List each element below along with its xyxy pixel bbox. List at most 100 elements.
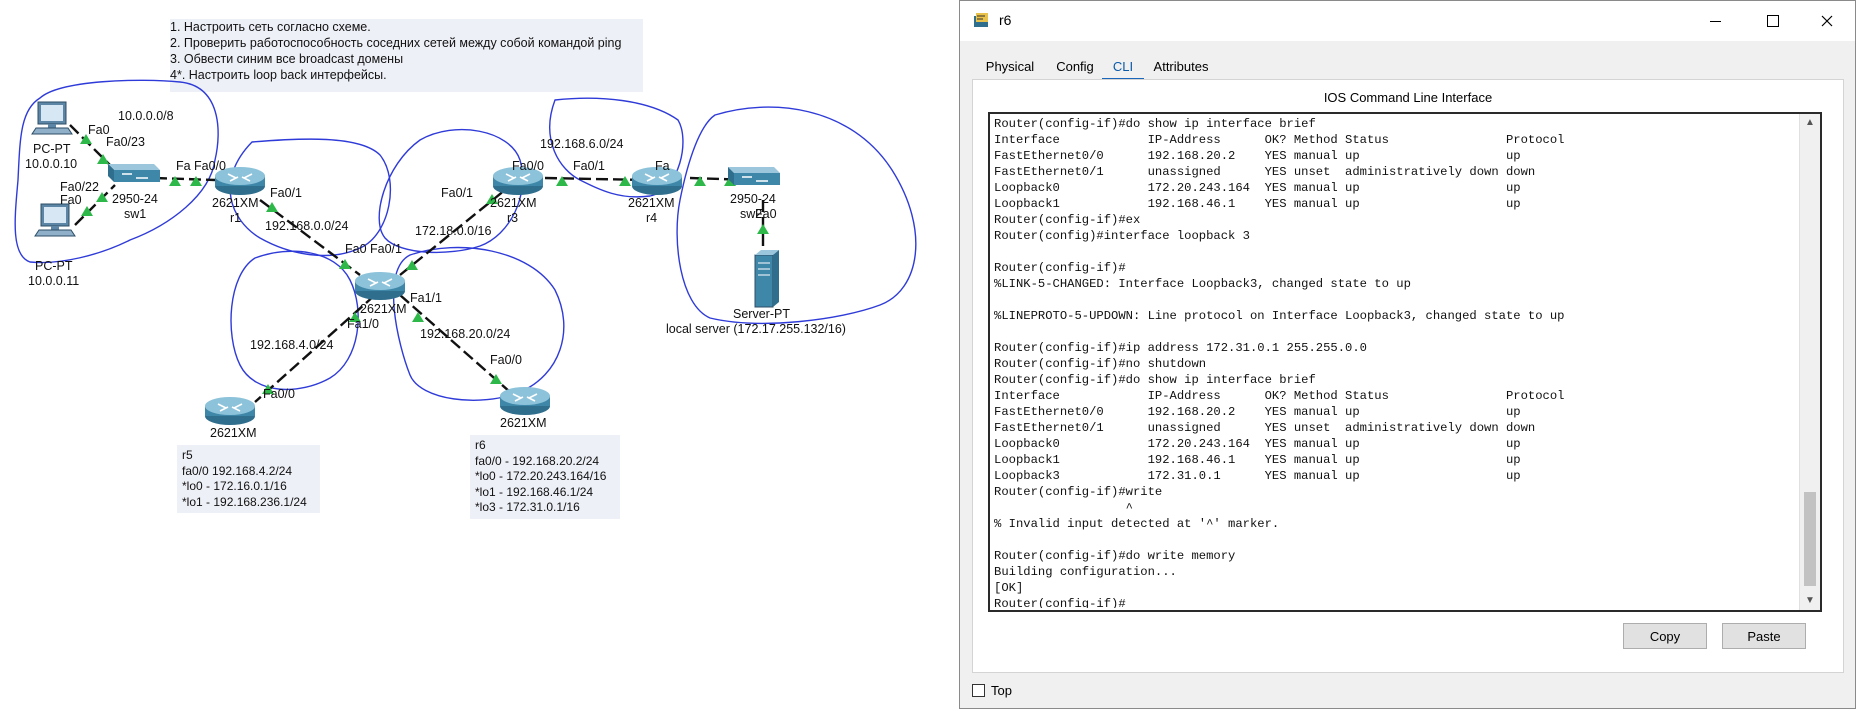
console-line: Router(config-if)#no shutdown bbox=[994, 357, 1207, 371]
close-button[interactable] bbox=[1798, 1, 1856, 41]
topology-labels: PC-PT 10.0.0.10 PC-PT 10.0.0.11 2950-24 … bbox=[25, 109, 846, 440]
port-label: Fa0/1 bbox=[270, 186, 302, 200]
port-label: Fa0/0 bbox=[512, 159, 544, 173]
console-line: %LINK-5-CHANGED: Interface Loopback3, ch… bbox=[994, 277, 1411, 291]
r4-name: r4 bbox=[646, 211, 657, 225]
console-line: FastEthernet0/1 unassigned YES unset adm… bbox=[994, 421, 1536, 435]
broadcast-domain-r2-r6 bbox=[392, 246, 565, 401]
port-label: Fa1/1 bbox=[410, 291, 442, 305]
port-label: Fa0/0 bbox=[263, 387, 295, 401]
port-label: Fa0/23 bbox=[106, 135, 145, 149]
cli-panel: IOS Command Line Interface Router(config… bbox=[972, 79, 1844, 673]
tab-cli[interactable]: CLI bbox=[1102, 53, 1144, 81]
r6-model: 2621XM bbox=[500, 416, 547, 430]
router-r5[interactable] bbox=[204, 396, 256, 426]
note-line: *lo1 - 192.168.46.1/24 bbox=[475, 484, 594, 499]
paste-button[interactable]: Paste bbox=[1722, 623, 1806, 649]
note-line: fa0/0 192.168.4.2/24 bbox=[182, 463, 293, 478]
console-line: Loopback0 172.20.243.164 YES manual up u… bbox=[994, 181, 1521, 195]
note-line: r6 bbox=[475, 438, 486, 452]
maximize-icon bbox=[1767, 15, 1779, 27]
router-r2[interactable] bbox=[354, 271, 406, 301]
console-line: FastEthernet0/0 192.168.20.2 YES manual … bbox=[994, 149, 1521, 163]
r6-note: r6 fa0/0 - 192.168.20.2/24 *lo0 - 172.20… bbox=[470, 435, 620, 519]
console-output[interactable]: Router(config-if)#do show ip interface b… bbox=[994, 116, 1794, 608]
net-label: 172.18.0.0/16 bbox=[415, 224, 492, 238]
paste-label: Paste bbox=[1747, 628, 1781, 644]
device-window: r6 Physical Config CLI Attributes IOS Co… bbox=[959, 0, 1856, 709]
pc2-ip: 10.0.0.11 bbox=[28, 274, 79, 288]
title-bar[interactable]: r6 bbox=[960, 1, 1855, 41]
port-label: Fa0/1 bbox=[573, 159, 605, 173]
scroll-up-icon[interactable]: ▲ bbox=[1800, 114, 1820, 132]
broadcast-domain-r2-r5 bbox=[230, 250, 359, 391]
net-label: 192.168.6.0/24 bbox=[540, 137, 623, 151]
console-line: FastEthernet0/1 unassigned YES unset adm… bbox=[994, 165, 1536, 179]
net-label: 192.168.4.0/24 bbox=[250, 338, 333, 352]
minimize-button[interactable] bbox=[1686, 1, 1744, 41]
port-label: Fa bbox=[655, 159, 670, 173]
console-scrollbar[interactable]: ▲ ▼ bbox=[1799, 114, 1820, 610]
sw2[interactable] bbox=[727, 166, 781, 186]
tab-config[interactable]: Config bbox=[1050, 53, 1100, 79]
console-line: Loopback0 172.20.243.164 YES manual up u… bbox=[994, 437, 1521, 451]
console-line: Router(config)#interface loopback 3 bbox=[994, 229, 1250, 243]
pc2[interactable] bbox=[34, 203, 76, 237]
server[interactable] bbox=[754, 250, 779, 308]
port-label: Fa0 bbox=[345, 242, 367, 256]
r2-model: 2621XM bbox=[360, 302, 407, 316]
tab-attributes[interactable]: Attributes bbox=[1146, 53, 1216, 79]
sw1-model: 2950-24 bbox=[112, 192, 158, 206]
note-line: *lo0 - 172.20.243.164/16 bbox=[475, 469, 607, 483]
r1-model: 2621XM bbox=[212, 196, 259, 210]
sw2-model: 2950-24 bbox=[730, 192, 776, 206]
console-line: %LINEPROTO-5-UPDOWN: Line protocol on In… bbox=[994, 309, 1565, 323]
cli-panel-title: IOS Command Line Interface bbox=[1323, 90, 1493, 105]
net-label: 10.0.0.0/8 bbox=[118, 109, 174, 123]
port-label: Fa0 bbox=[60, 193, 82, 207]
net-label: 192.168.0.0/24 bbox=[265, 219, 348, 233]
packet-tracer-icon bbox=[974, 13, 988, 27]
console-line: Loopback3 172.31.0.1 YES manual up up bbox=[994, 469, 1521, 483]
console-line: Router(config-if)#do write memory bbox=[994, 549, 1236, 563]
tab-label: Physical bbox=[985, 58, 1035, 74]
port-label: Fa0/0 bbox=[490, 353, 522, 367]
r3-name: r3 bbox=[507, 211, 518, 225]
top-checkbox[interactable] bbox=[972, 683, 985, 697]
r4-model: 2621XM bbox=[628, 196, 675, 210]
top-checkbox-row[interactable]: Top bbox=[972, 681, 1012, 699]
router-r6[interactable] bbox=[499, 386, 551, 416]
sw1-name: sw1 bbox=[124, 207, 146, 221]
copy-button[interactable]: Copy bbox=[1623, 623, 1707, 649]
tab-physical[interactable]: Physical bbox=[972, 53, 1048, 79]
pc2-type: PC-PT bbox=[35, 259, 73, 273]
pc1-type: PC-PT bbox=[33, 142, 71, 156]
network-topology-canvas[interactable]: PC-PT 10.0.0.10 PC-PT 10.0.0.11 2950-24 … bbox=[0, 0, 960, 711]
console-line: Router(config-if)# bbox=[994, 261, 1126, 275]
r1-name: r1 bbox=[230, 211, 241, 225]
tab-label: CLI bbox=[1112, 58, 1134, 74]
note-line: fa0/0 - 192.168.20.2/24 bbox=[475, 453, 600, 468]
console-line: Loopback1 192.168.46.1 YES manual up up bbox=[994, 453, 1521, 467]
broadcast-domain-server bbox=[676, 106, 917, 324]
console-line: Router(config-if)# bbox=[994, 597, 1126, 608]
scrollbar-thumb[interactable] bbox=[1804, 492, 1816, 586]
console-line: ^ bbox=[994, 501, 1133, 515]
cli-console[interactable]: Router(config-if)#do show ip interface b… bbox=[988, 112, 1822, 612]
port-label: Fa0/22 bbox=[60, 180, 99, 194]
pc1[interactable] bbox=[31, 101, 73, 135]
note-line: *lo0 - 172.16.0.1/16 bbox=[182, 479, 287, 493]
console-line: Interface IP-Address OK? Method Status P… bbox=[994, 133, 1565, 147]
port-label: Fa0/0 bbox=[194, 159, 226, 173]
server-label: local server (172.17.255.132/16) bbox=[666, 322, 846, 336]
port-label: Fa1/0 bbox=[347, 317, 379, 331]
console-line: Router(config-if)#do show ip interface b… bbox=[994, 373, 1316, 387]
port-label: Fa bbox=[176, 159, 191, 173]
sw1[interactable] bbox=[107, 163, 161, 183]
scroll-down-icon[interactable]: ▼ bbox=[1800, 592, 1820, 610]
maximize-button[interactable] bbox=[1744, 1, 1802, 41]
